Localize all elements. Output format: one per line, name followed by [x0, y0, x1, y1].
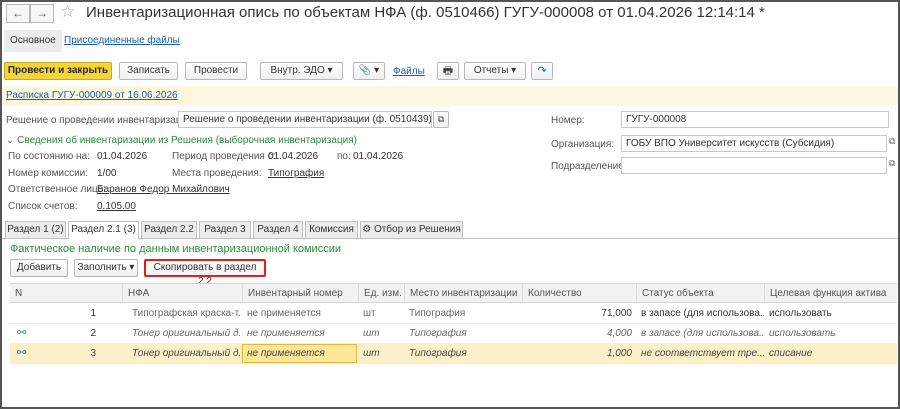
- period-to-label: по:: [337, 151, 351, 162]
- col-inventory-number[interactable]: Инвентарный номер: [242, 284, 358, 303]
- col-n[interactable]: N: [10, 284, 40, 303]
- tab-section-4[interactable]: Раздел 4: [253, 221, 303, 238]
- reports-menu-button[interactable]: Отчеты ▾: [464, 62, 526, 80]
- row-place[interactable]: Типография: [404, 344, 520, 363]
- department-field[interactable]: [621, 157, 887, 174]
- row-number: 3: [90, 348, 96, 359]
- post-button[interactable]: Провести: [185, 62, 247, 80]
- table-row[interactable]: 1 Типографская краска-т... не применяетс…: [10, 304, 897, 324]
- row-unit[interactable]: шт: [358, 344, 402, 363]
- files-link[interactable]: Файлы: [393, 66, 425, 77]
- row-number: 1: [90, 308, 96, 319]
- tab-section-3[interactable]: Раздел 3: [199, 221, 251, 238]
- col-place[interactable]: Место инвентаризации: [404, 284, 522, 303]
- row-target-function[interactable]: списание: [764, 344, 894, 363]
- number-field[interactable]: ГУГУ-000008: [621, 111, 889, 128]
- col-nfa[interactable]: НФА: [122, 284, 242, 303]
- table-header: N НФА Инвентарный номер Ед. изм. Место и…: [10, 283, 897, 303]
- goto-button[interactable]: ↷: [531, 62, 553, 80]
- accounts-label: Список счетов:: [8, 201, 78, 212]
- link-status-icon: ⚯: [17, 327, 27, 339]
- forward-button[interactable]: →: [30, 4, 54, 23]
- period-from-value: 01.04.2026: [268, 151, 319, 162]
- back-button[interactable]: ←: [6, 4, 30, 23]
- decision-label: Решение о проведении инвентаризации:: [6, 115, 196, 126]
- row-quantity[interactable]: 1,000: [522, 344, 636, 363]
- col-status[interactable]: Статус объекта: [636, 284, 764, 303]
- tab-decision-filter[interactable]: ⚙ Отбор из Решения: [360, 221, 463, 238]
- info-group-title: Сведения об инвентаризации из Решения (в…: [17, 135, 358, 146]
- accounts-link[interactable]: 0.105.00: [97, 201, 136, 212]
- printer-icon: 🖶: [442, 65, 454, 77]
- copy-to-section-2-2-button[interactable]: Скопировать в раздел 2.2: [144, 259, 266, 287]
- row-quantity[interactable]: 4,000: [522, 324, 636, 343]
- number-label: Номер:: [551, 115, 585, 126]
- open-department-icon[interactable]: ⧉: [889, 158, 895, 169]
- open-decision-button[interactable]: ⧉: [433, 111, 449, 128]
- open-link-icon: ⧉: [437, 114, 445, 124]
- places-label: Места проведения:: [172, 168, 262, 179]
- row-nfa[interactable]: Тонер оригинальный д...: [127, 344, 240, 363]
- section-title: Фактическое наличие по данным инвентариз…: [10, 243, 341, 255]
- period-label: Период проведения с:: [172, 151, 276, 162]
- row-status[interactable]: в запасе (для использова...: [636, 324, 764, 343]
- decision-field[interactable]: Решение о проведении инвентаризации (ф. …: [178, 111, 432, 128]
- favorite-star-icon[interactable]: ☆: [60, 2, 75, 22]
- department-label: Подразделение:: [551, 161, 627, 172]
- row-quantity[interactable]: 71,000: [522, 304, 636, 323]
- tab-commission[interactable]: Комиссия: [305, 221, 358, 238]
- row-inventory-number[interactable]: не применяется: [242, 324, 356, 343]
- row-number: 2: [90, 328, 96, 339]
- col-unit[interactable]: Ед. изм.: [358, 284, 404, 303]
- commission-label: Номер комиссии:: [8, 168, 89, 179]
- info-group-toggle[interactable]: ⌄ Сведения об инвентаризации из Решения …: [6, 135, 357, 146]
- row-unit[interactable]: шт: [358, 324, 402, 343]
- tab-attached-files[interactable]: Присоединенные файлы: [58, 30, 186, 52]
- post-and-close-button[interactable]: Провести и закрыть: [4, 62, 112, 80]
- open-organization-icon[interactable]: ⧉: [889, 136, 895, 147]
- col-target-function[interactable]: Целевая функция актива: [764, 284, 897, 303]
- tab-section-2-2[interactable]: Раздел 2.2: [141, 221, 197, 238]
- attach-menu-button[interactable]: 📎 ▾: [353, 62, 385, 80]
- table-row[interactable]: ⚯ 2 Тонер оригинальный д... не применяет…: [10, 324, 897, 344]
- state-date-label: По состоянию на:: [8, 151, 90, 162]
- row-nfa[interactable]: Типографская краска-т...: [127, 304, 240, 323]
- organization-field[interactable]: ГОБУ ВПО Университет искусств (Субсидия): [621, 135, 887, 152]
- responsible-label: Ответственное лицо:: [8, 184, 106, 195]
- row-status[interactable]: не соответствует тре...: [636, 344, 764, 363]
- row-unit[interactable]: шт: [358, 304, 402, 323]
- fill-menu-button[interactable]: Заполнить ▾: [74, 259, 138, 277]
- organization-label: Организация:: [551, 139, 615, 150]
- row-target-function[interactable]: использовать: [764, 324, 894, 343]
- receipt-link[interactable]: Расписка ГУГУ-000009 от 16.06.2026: [6, 90, 178, 101]
- link-status-icon: ⚯: [17, 347, 27, 359]
- responsible-link[interactable]: Баранов Федор Михайлович: [97, 184, 230, 195]
- row-inventory-number[interactable]: не применяется: [242, 304, 356, 323]
- table-row-selected[interactable]: ⚯ 3 Тонер оригинальный д... не применяет…: [10, 344, 897, 364]
- row-target-function[interactable]: использовать: [764, 304, 894, 323]
- commission-value: 1/00: [97, 168, 117, 179]
- print-button[interactable]: 🖶: [437, 62, 459, 80]
- tab-main[interactable]: Основное: [4, 30, 62, 52]
- add-row-button[interactable]: Добавить: [10, 259, 68, 277]
- save-button[interactable]: Записать: [119, 62, 178, 80]
- redirect-arrow-icon: ↷: [537, 65, 547, 77]
- row-status[interactable]: в запасе (для использова...: [636, 304, 764, 323]
- edo-menu-button[interactable]: Внутр. ЭДО ▾: [260, 62, 343, 80]
- row-place[interactable]: Типография: [404, 304, 520, 323]
- row-place[interactable]: Типография: [404, 324, 520, 343]
- state-date-value: 01.04.2026: [97, 151, 148, 162]
- tab-section-2-1[interactable]: Раздел 2.1 (3): [68, 221, 139, 239]
- col-quantity[interactable]: Количество: [522, 284, 636, 303]
- row-nfa[interactable]: Тонер оригинальный д...: [127, 324, 240, 343]
- places-link[interactable]: Типография: [268, 168, 324, 179]
- row-inventory-number[interactable]: не применяется: [242, 344, 356, 363]
- window-title: Инвентаризационная опись по объектам НФА…: [86, 4, 765, 21]
- tab-section-1[interactable]: Раздел 1 (2): [5, 221, 66, 238]
- period-to-value: 01.04.2026: [353, 151, 404, 162]
